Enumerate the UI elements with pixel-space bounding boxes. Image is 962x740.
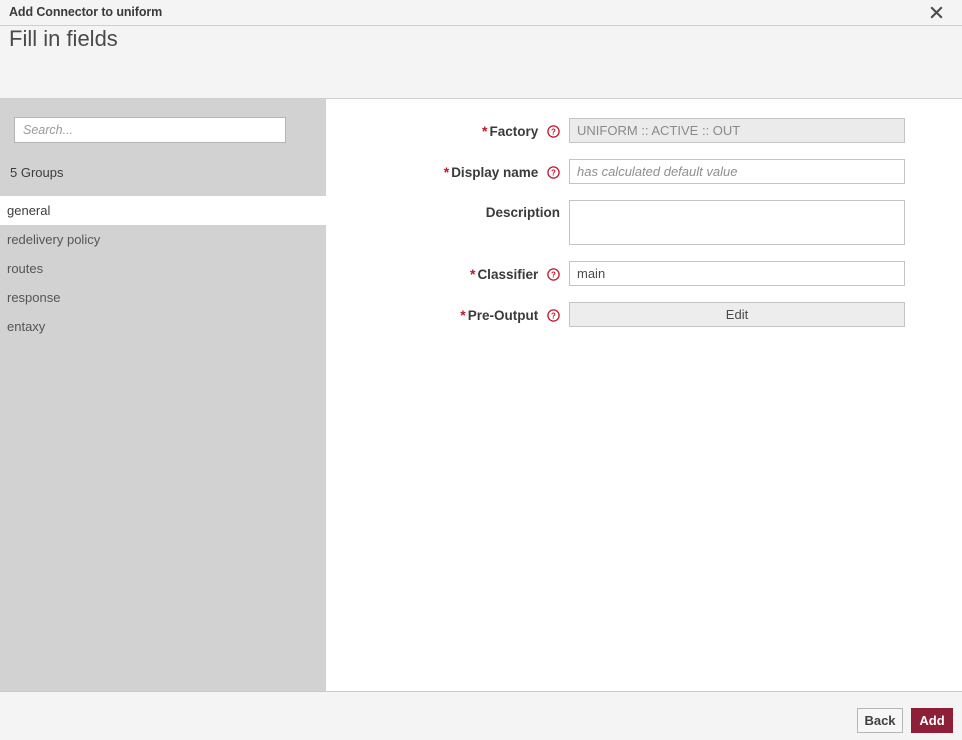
field-label-text: Factory <box>489 124 538 139</box>
field-label-pre-output: *Pre-Output ? <box>326 302 569 329</box>
field-row-description: Description <box>326 200 962 250</box>
field-row-classifier: *Classifier ? <box>326 261 962 288</box>
factory-input[interactable] <box>569 118 905 143</box>
required-indicator: * <box>460 307 465 323</box>
field-row-factory: *Factory ? <box>326 118 962 145</box>
form-panel: *Factory ? *Display name <box>326 99 962 691</box>
groups-sidebar: 5 Groups general redelivery policy route… <box>0 99 326 691</box>
help-circle-icon[interactable]: ? <box>547 166 560 179</box>
description-textarea[interactable] <box>569 200 905 245</box>
page-title: Fill in fields <box>9 26 118 52</box>
classifier-input[interactable] <box>569 261 905 286</box>
field-control-classifier <box>569 261 905 286</box>
sidebar-item-redelivery-policy[interactable]: redelivery policy <box>0 225 326 254</box>
sidebar-item-entaxy[interactable]: entaxy <box>0 312 326 341</box>
dialog-title: Add Connector to uniform <box>9 5 162 19</box>
field-control-description <box>569 200 905 250</box>
field-label-factory: *Factory ? <box>326 118 569 145</box>
close-icon[interactable] <box>918 0 954 25</box>
svg-text:?: ? <box>551 271 556 280</box>
field-label-description: Description <box>326 200 569 226</box>
dialog-header <box>0 26 962 99</box>
help-circle-icon[interactable]: ? <box>547 125 560 138</box>
sidebar-item-response[interactable]: response <box>0 283 326 312</box>
display-name-input[interactable] <box>569 159 905 184</box>
search-input[interactable] <box>14 117 286 143</box>
svg-text:?: ? <box>551 128 556 137</box>
dialog-footer: Back Add <box>0 691 962 740</box>
required-indicator: * <box>482 123 487 139</box>
required-indicator: * <box>470 266 475 282</box>
dialog-titlebar: Add Connector to uniform <box>0 0 962 26</box>
dialog-body: 5 Groups general redelivery policy route… <box>0 99 962 691</box>
search-field-wrapper <box>14 117 286 143</box>
field-control-factory <box>569 118 905 143</box>
groups-count-label: 5 Groups <box>10 165 63 180</box>
add-button[interactable]: Add <box>911 708 953 733</box>
field-row-display-name: *Display name ? <box>326 159 962 186</box>
svg-text:?: ? <box>551 312 556 321</box>
field-label-text: Classifier <box>477 267 538 282</box>
field-label-text: Pre-Output <box>468 308 539 323</box>
sidebar-item-routes[interactable]: routes <box>0 254 326 283</box>
field-row-pre-output: *Pre-Output ? Edit <box>326 302 962 329</box>
pre-output-edit-button[interactable]: Edit <box>569 302 905 327</box>
field-label-text: Display name <box>451 165 538 180</box>
help-circle-icon[interactable]: ? <box>547 309 560 322</box>
add-connector-dialog: Add Connector to uniform Fill in fields … <box>0 0 962 740</box>
field-control-pre-output: Edit <box>569 302 905 327</box>
back-button[interactable]: Back <box>857 708 903 733</box>
help-circle-icon[interactable]: ? <box>547 268 560 281</box>
svg-text:?: ? <box>551 169 556 178</box>
field-label-classifier: *Classifier ? <box>326 261 569 288</box>
field-control-display-name <box>569 159 905 184</box>
required-indicator: * <box>444 164 449 180</box>
sidebar-item-general[interactable]: general <box>0 196 326 225</box>
field-label-text: Description <box>486 205 560 220</box>
field-label-display-name: *Display name ? <box>326 159 569 186</box>
group-list: general redelivery policy routes respons… <box>0 196 326 341</box>
